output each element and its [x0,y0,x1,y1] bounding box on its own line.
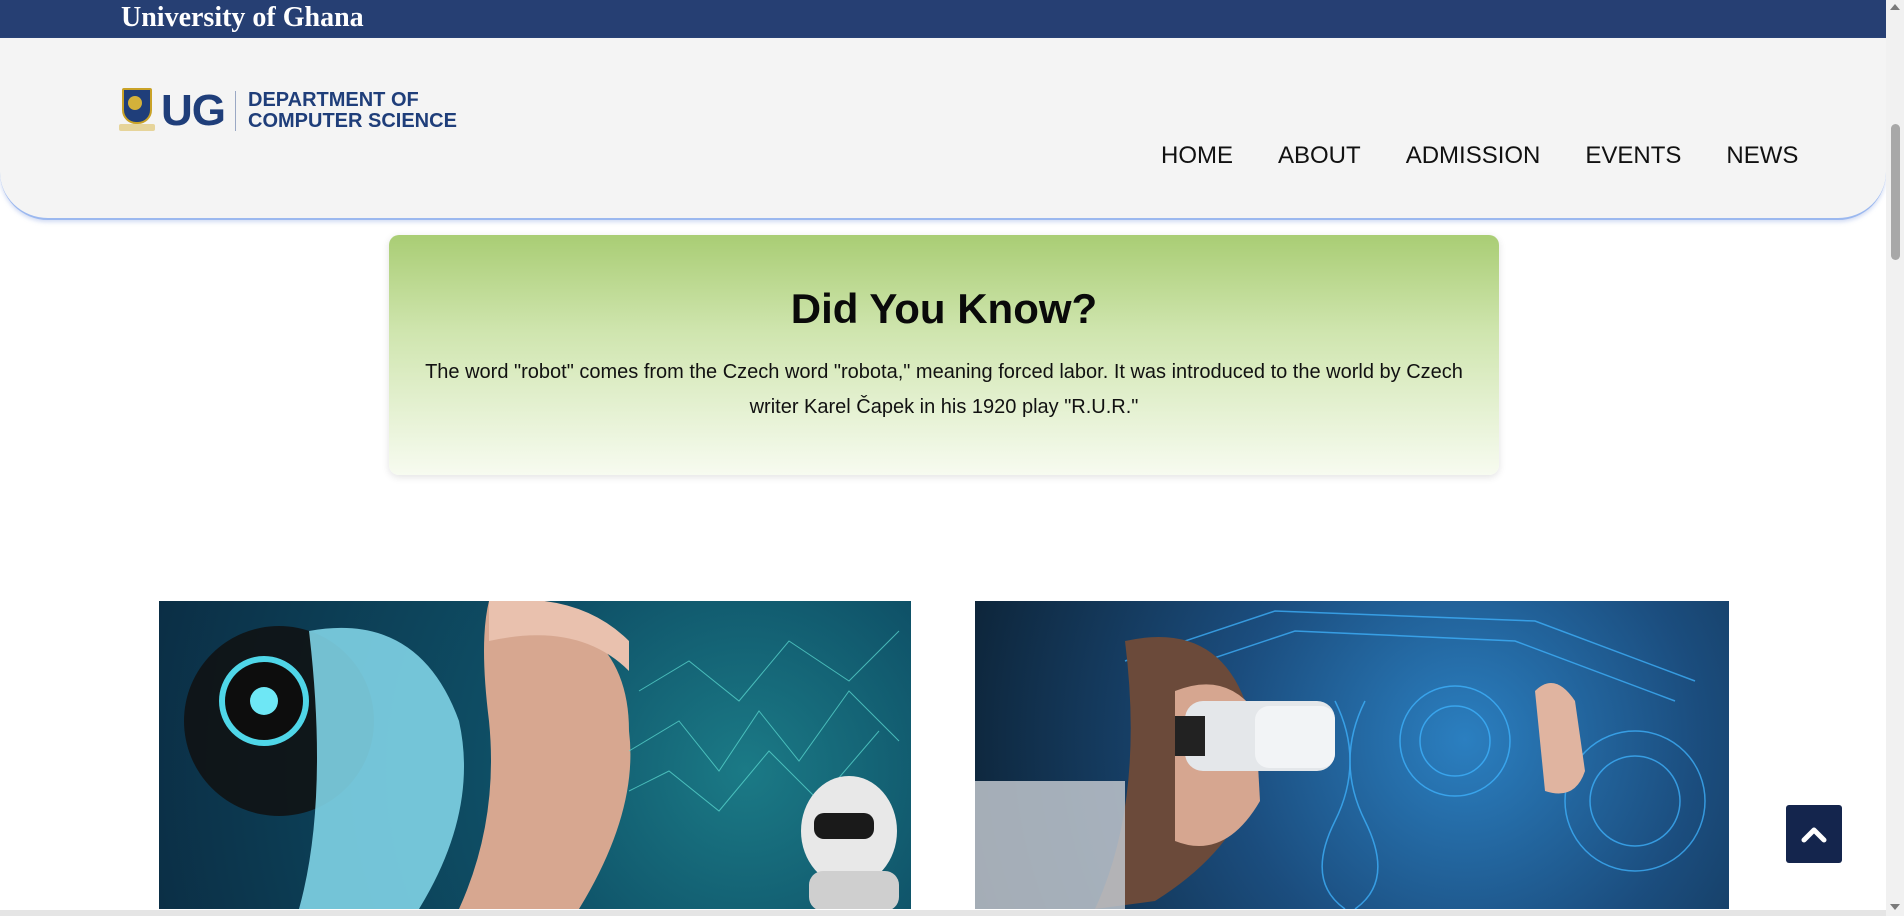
logo-divider [235,91,236,131]
top-bar: University of Ghana [0,0,1886,38]
nav-item-admission[interactable]: ADMISSION [1406,141,1541,171]
logo-ug-text: UG [161,86,226,135]
vr-headset-image [975,601,1729,909]
scrollbar-thumb[interactable] [1891,124,1900,260]
logo-dept-line1: DEPARTMENT OF [248,89,419,111]
scroll-to-top-button[interactable] [1786,805,1842,863]
did-you-know-text: The word "robot" comes from the Czech wo… [425,361,1463,418]
crest-icon [119,88,155,134]
horizontal-scrollbar[interactable] [0,910,1886,916]
scroll-down-arrow-icon[interactable] [1890,904,1900,910]
main-nav: HOME ABOUT ADMISSION EVENTS NEWS [1161,141,1798,171]
department-logo[interactable]: UG DEPARTMENT OF COMPUTER SCIENCE [119,87,457,135]
site-header: UG DEPARTMENT OF COMPUTER SCIENCE HOME A… [0,38,1886,220]
logo-dept-line2: COMPUTER SCIENCE [248,110,457,132]
nav-item-about[interactable]: ABOUT [1278,141,1361,171]
chevron-up-icon [1801,827,1827,843]
nav-item-home[interactable]: HOME [1161,141,1233,171]
vr-headset-illustration [975,610,1706,909]
logo-department-name: DEPARTMENT OF COMPUTER SCIENCE [248,90,457,132]
nav-item-events[interactable]: EVENTS [1585,141,1681,171]
scroll-up-arrow-icon[interactable] [1890,4,1900,10]
page-scrollbar[interactable] [1886,0,1904,916]
nav-item-news[interactable]: NEWS [1726,141,1798,171]
ai-humanoid-illustration [184,601,900,909]
ai-humanoid-image [159,601,911,909]
university-title: University of Ghana [121,2,364,33]
did-you-know-card: Did You Know? The word "robot" comes fro… [389,235,1499,475]
did-you-know-heading: Did You Know? [790,285,1098,332]
